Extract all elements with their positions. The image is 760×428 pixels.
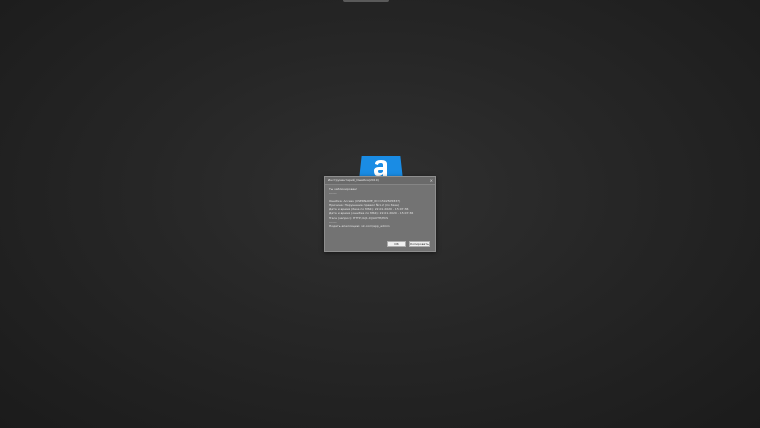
close-icon[interactable]: × (430, 177, 433, 184)
top-notch (343, 0, 389, 2)
ok-button[interactable]: ОК (387, 241, 406, 247)
dialog-titlebar[interactable]: Инструментарий_Ошибка(2019) × (325, 177, 435, 185)
message-line: Подать апелляцию: vk.com/app_admin (329, 223, 390, 228)
dialog-message: Ты заблокирован! ------- Ошибка: Access … (329, 187, 432, 228)
logo-glyph (374, 160, 387, 176)
copy-button[interactable]: Копировать (409, 241, 430, 247)
dialog-title: Инструментарий_Ошибка(2019) (328, 178, 379, 182)
error-dialog: Инструментарий_Ошибка(2019) × Ты заблоки… (324, 176, 436, 252)
